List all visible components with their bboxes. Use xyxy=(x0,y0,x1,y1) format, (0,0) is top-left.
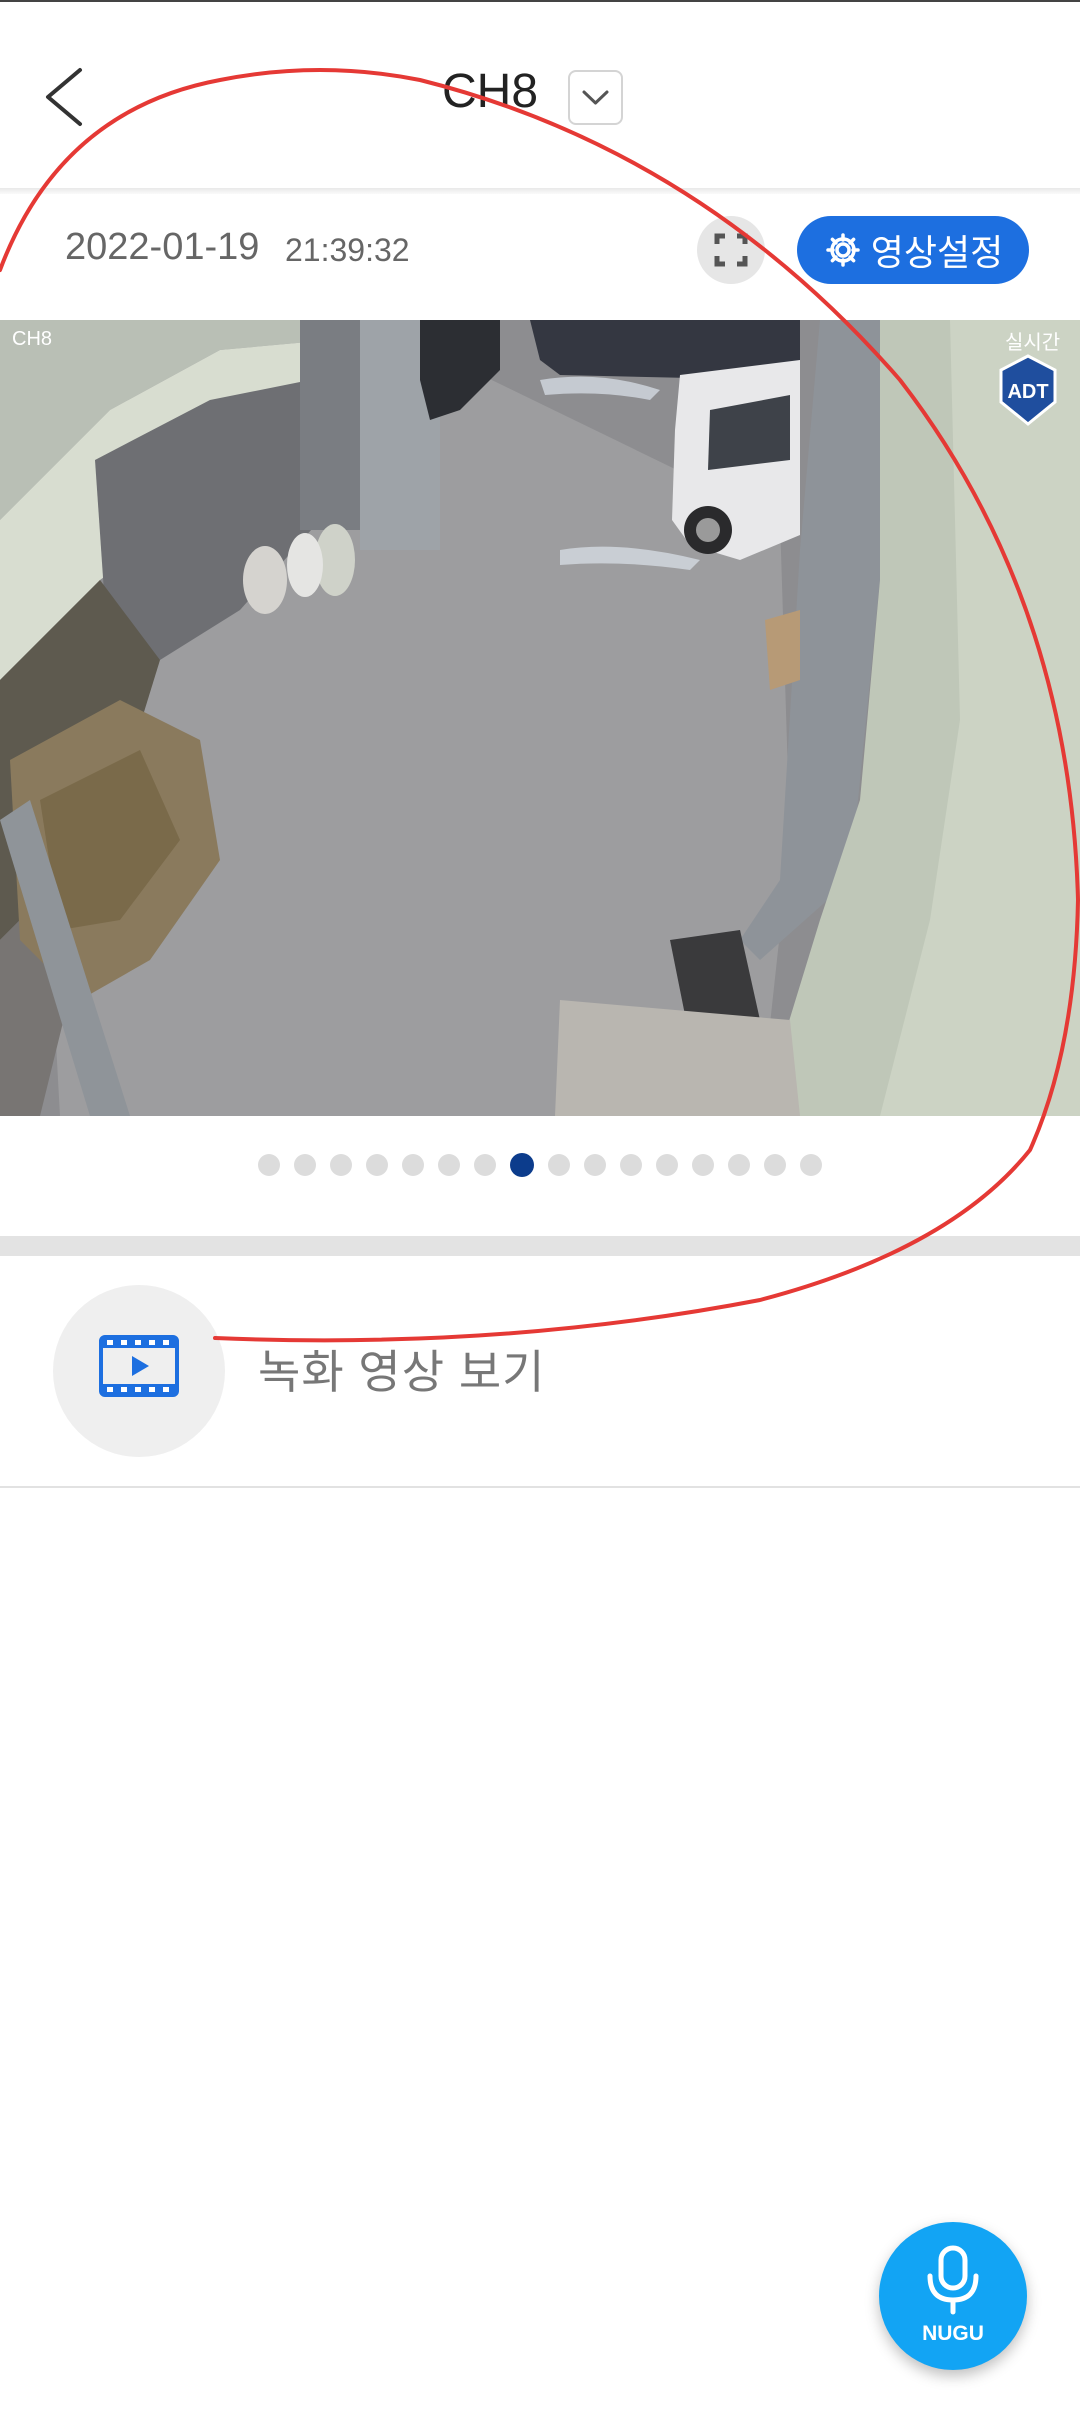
camera-label: CH8 xyxy=(12,328,53,350)
date-text: 2022-01-19 xyxy=(65,226,260,268)
back-button[interactable] xyxy=(30,52,110,142)
fullscreen-button[interactable] xyxy=(697,216,765,284)
page-dot[interactable] xyxy=(584,1154,606,1176)
page-dot[interactable] xyxy=(728,1154,750,1176)
live-video-feed[interactable]: CH8 실시간 ADT xyxy=(0,320,1080,1116)
video-settings-button[interactable]: 영상설정 xyxy=(797,216,1029,284)
fullscreen-icon xyxy=(714,233,748,267)
chevron-down-icon xyxy=(582,90,609,105)
microphone-icon xyxy=(927,2245,979,2315)
time-text: 21:39:32 xyxy=(285,232,410,268)
info-bar: 2022-01-19 21:39:32 영상설정 xyxy=(0,194,1080,320)
channel-dropdown-button[interactable] xyxy=(568,70,623,125)
recorded-video-label: 녹화 영상 보기 xyxy=(258,1346,546,1398)
page-dot[interactable] xyxy=(692,1154,714,1176)
section-divider xyxy=(0,1236,1080,1256)
page-dot[interactable] xyxy=(258,1154,280,1176)
nugu-voice-button[interactable]: NUGU xyxy=(879,2222,1027,2370)
svg-text:ADT: ADT xyxy=(1007,381,1048,403)
page-dot[interactable] xyxy=(548,1154,570,1176)
page-dot[interactable] xyxy=(330,1154,352,1176)
page-title: CH8 xyxy=(441,65,539,118)
adt-logo: ADT xyxy=(999,354,1057,426)
page-dot[interactable] xyxy=(620,1154,642,1176)
video-settings-label: 영상설정 xyxy=(870,232,1004,273)
page-dot[interactable] xyxy=(474,1154,496,1176)
page-dot[interactable] xyxy=(656,1154,678,1176)
chevron-left-icon xyxy=(46,68,82,126)
page-dot[interactable] xyxy=(294,1154,316,1176)
page-dot-active[interactable] xyxy=(510,1153,534,1177)
recorded-video-row[interactable]: 녹화 영상 보기 xyxy=(0,1256,1080,1486)
recorded-video-icon-container xyxy=(53,1285,225,1457)
page-dot[interactable] xyxy=(764,1154,786,1176)
channel-page-indicator xyxy=(0,1152,1080,1178)
live-label: 실시간 xyxy=(1005,332,1061,354)
nugu-label: NUGU xyxy=(922,2322,984,2345)
page-dot[interactable] xyxy=(402,1154,424,1176)
video-play-icon xyxy=(99,1335,179,1397)
camera-scene xyxy=(0,320,1080,1116)
row-divider xyxy=(0,1486,1080,1488)
app-header: CH8 xyxy=(0,2,1080,188)
page-dot[interactable] xyxy=(438,1154,460,1176)
gear-icon xyxy=(826,233,860,267)
page-dot[interactable] xyxy=(800,1154,822,1176)
page-dot[interactable] xyxy=(366,1154,388,1176)
